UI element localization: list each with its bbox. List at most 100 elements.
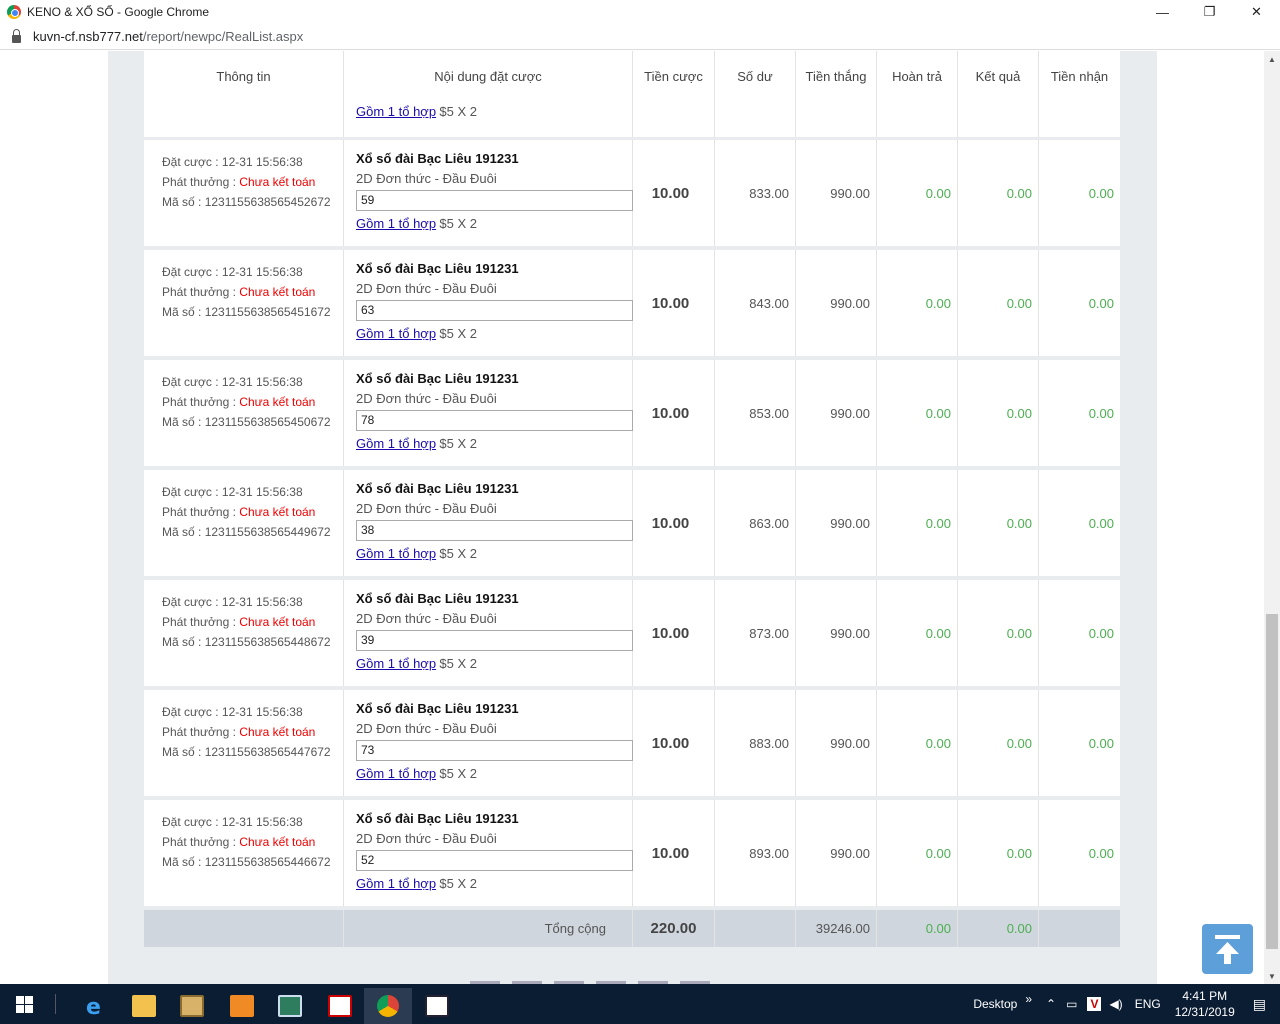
- payout-status: Chưa kết toán: [239, 505, 316, 519]
- bet-number-box: 78: [356, 410, 633, 431]
- restore-button[interactable]: ❐: [1186, 0, 1233, 24]
- balance-value: 833.00: [715, 140, 796, 246]
- network-icon[interactable]: ▭: [1066, 997, 1077, 1011]
- table-row: Đặt cược : 12-31 15:56:38 Phát thưởng : C…: [144, 140, 1120, 246]
- chrome-taskbar-icon[interactable]: [364, 988, 412, 1024]
- scroll-to-top-icon: [1216, 942, 1239, 964]
- chrome-icon: [7, 5, 21, 19]
- result-value: 0.00: [958, 580, 1039, 686]
- system-tray: Desktop » ⌃ ▭ V ◀) ENG 4:41 PM 12/31/201…: [973, 984, 1280, 1024]
- address-bar[interactable]: kuvn-cf.nsb777.net/report/newpc/RealList…: [0, 24, 1280, 50]
- table-row: Đặt cược : 12-31 15:56:38 Phát thưởng : C…: [144, 470, 1120, 576]
- bet-kind: 2D Đơn thức - Đầu Đuôi: [356, 611, 497, 626]
- vertical-scrollbar[interactable]: ▲ ▼: [1264, 51, 1280, 984]
- bet-time: 12-31 15:56:38: [221, 595, 303, 609]
- antivirus-icon[interactable]: V: [1087, 997, 1102, 1011]
- received-value: 0.00: [1088, 515, 1114, 531]
- bet-info: Đặt cược : 12-31 15:56:38 Phát thưởng : C…: [144, 580, 344, 686]
- bet-number-box: 73: [356, 740, 633, 761]
- image-viewer-icon[interactable]: [413, 988, 461, 1024]
- refund-value: 0.00: [877, 250, 958, 356]
- toolbar-chevron[interactable]: »: [1025, 992, 1032, 1006]
- bet-kind: 2D Đơn thức - Đầu Đuôi: [356, 501, 497, 516]
- bet-code: 1231155638565450672: [204, 415, 331, 429]
- desktop-toolbar[interactable]: Desktop: [973, 997, 1017, 1011]
- url-text[interactable]: kuvn-cf.nsb777.net/report/newpc/RealList…: [33, 29, 303, 44]
- scroll-to-top-button[interactable]: [1202, 924, 1253, 974]
- show-hidden-icons[interactable]: ⌃: [1046, 997, 1056, 1011]
- close-button[interactable]: ✕: [1233, 0, 1280, 24]
- header-stake: Tiền cược: [633, 51, 715, 102]
- balance-value: 863.00: [715, 470, 796, 576]
- scrollbar-thumb[interactable]: [1266, 614, 1278, 949]
- stake-value: 10.00: [633, 580, 715, 686]
- header-info: Thông tin: [144, 51, 344, 102]
- bet-number-box: 38: [356, 520, 633, 541]
- result-value: 0.00: [958, 690, 1039, 796]
- win-value: 990.00: [796, 470, 877, 576]
- game-name: Xổ số đài Bạc Liêu 191231: [356, 701, 519, 716]
- total-result: 0.00: [958, 910, 1039, 947]
- combo-link[interactable]: Gồm 1 tổ hợp: [356, 876, 436, 891]
- tablet-icon[interactable]: [266, 988, 314, 1024]
- volume-icon[interactable]: ◀): [1109, 997, 1122, 1011]
- clock[interactable]: 4:41 PM 12/31/2019: [1175, 988, 1235, 1020]
- combo-link[interactable]: Gồm 1 tổ hợp: [356, 326, 436, 341]
- payout-status: Chưa kết toán: [239, 175, 316, 189]
- svg-text:e: e: [86, 995, 101, 1018]
- win-value: 990.00: [796, 360, 877, 466]
- received-value: 0.00: [1088, 405, 1114, 421]
- received-value: 0.00: [1088, 295, 1114, 311]
- window-title: KENO & XỔ SỐ - Google Chrome: [27, 5, 210, 19]
- stake-value: 10.00: [633, 800, 715, 906]
- photos-icon[interactable]: [168, 988, 216, 1024]
- bet-info: Đặt cược : 12-31 15:56:38 Phát thưởng : C…: [144, 360, 344, 466]
- received-value: 0.00: [1088, 845, 1114, 861]
- scroll-up-arrow[interactable]: ▲: [1264, 51, 1280, 67]
- bet-code: 1231155638565446672: [204, 855, 331, 869]
- windows-taskbar: e Desktop » ⌃ ▭ V ◀) ENG 4:41 PM 12/31/2…: [0, 984, 1280, 1024]
- game-name: Xổ số đài Bạc Liêu 191231: [356, 481, 519, 496]
- language-indicator[interactable]: ENG: [1135, 997, 1161, 1011]
- edge-icon[interactable]: e: [71, 988, 119, 1024]
- refund-value: 0.00: [877, 800, 958, 906]
- bet-code: 1231155638565449672: [204, 525, 331, 539]
- bet-code: 1231155638565447672: [204, 745, 331, 759]
- bet-code: 1231155638565452672: [204, 195, 331, 209]
- page-viewport: Thông tin Nội dung đặt cược Tiền cược Số…: [0, 51, 1264, 984]
- bet-time: 12-31 15:56:38: [221, 265, 303, 279]
- refund-value: 0.00: [877, 580, 958, 686]
- balance-value: 883.00: [715, 690, 796, 796]
- header-result: Kết quả: [958, 51, 1039, 102]
- combo-link[interactable]: Gồm 1 tổ hợp: [356, 656, 436, 671]
- combo-link[interactable]: Gồm 1 tổ hợp: [356, 216, 436, 231]
- game-name: Xổ số đài Bạc Liêu 191231: [356, 811, 519, 826]
- bet-content: Xổ số đài Bạc Liêu 191231 2D Đơn thức - Đ…: [344, 690, 633, 796]
- lock-icon[interactable]: [12, 28, 21, 43]
- result-value: 0.00: [958, 470, 1039, 576]
- pdf-icon[interactable]: [218, 988, 266, 1024]
- windows-start-icon[interactable]: [16, 996, 33, 1013]
- bet-info: Đặt cược : 12-31 15:56:38 Phát thưởng : C…: [144, 470, 344, 576]
- bet-kind: 2D Đơn thức - Đầu Đuôi: [356, 831, 497, 846]
- win-value: 990.00: [796, 580, 877, 686]
- combo-link[interactable]: Gồm 1 tổ hợp: [356, 104, 436, 119]
- payout-status: Chưa kết toán: [239, 395, 316, 409]
- scroll-down-arrow[interactable]: ▼: [1264, 968, 1280, 984]
- table-row: Đặt cược : 12-31 15:56:38 Phát thưởng : C…: [144, 250, 1120, 356]
- notification-icon[interactable]: ▤: [1253, 996, 1266, 1013]
- minimize-button[interactable]: —: [1139, 0, 1186, 24]
- total-win: 39246.00: [796, 910, 877, 947]
- game-name: Xổ số đài Bạc Liêu 191231: [356, 151, 519, 166]
- received-value: 0.00: [1088, 625, 1114, 641]
- header-balance: Số dư: [715, 51, 796, 102]
- combo-link[interactable]: Gồm 1 tổ hợp: [356, 436, 436, 451]
- result-value: 0.00: [958, 140, 1039, 246]
- acrobat-icon[interactable]: [316, 988, 364, 1024]
- bet-content: Xổ số đài Bạc Liêu 191231 2D Đơn thức - Đ…: [344, 140, 633, 246]
- file-explorer-icon[interactable]: [120, 988, 168, 1024]
- combo-link[interactable]: Gồm 1 tổ hợp: [356, 766, 436, 781]
- combo-link[interactable]: Gồm 1 tổ hợp: [356, 546, 436, 561]
- result-value: 0.00: [958, 800, 1039, 906]
- total-balance: [715, 910, 796, 947]
